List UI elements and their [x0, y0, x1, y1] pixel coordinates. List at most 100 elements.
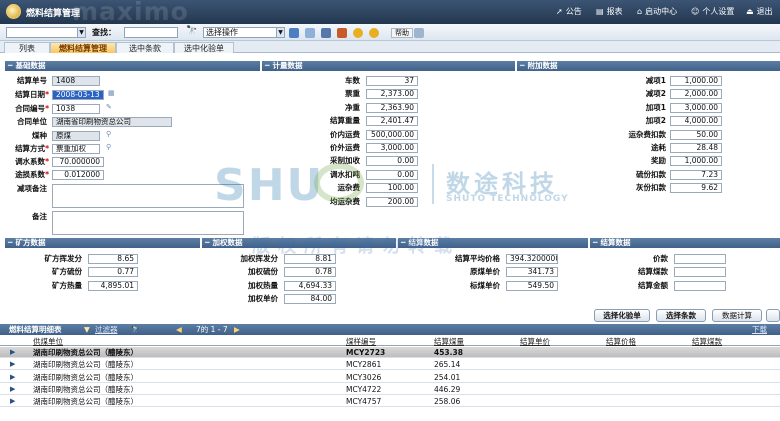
col-settle-unit-price[interactable]: 结算单价	[520, 336, 550, 347]
table-row[interactable]: ▶ 湖南印刷物资总公司（醴陵东） MCY2861 265.14	[0, 359, 780, 371]
row-expand-icon[interactable]: ▶	[10, 347, 15, 358]
more-button[interactable]	[766, 309, 780, 322]
measure-field-8[interactable]: 100.00	[366, 183, 418, 194]
measure-field-1[interactable]: 2,373.00	[366, 89, 418, 100]
search-icon[interactable]: ⚲	[106, 143, 111, 151]
select-terms-button[interactable]: 选择条款	[656, 309, 706, 322]
nav-report[interactable]: ▤ 报表	[596, 6, 623, 17]
nav-bulletin[interactable]: ➚ 公告	[556, 6, 582, 17]
col-settle-qty[interactable]: 结算煤量	[434, 336, 464, 347]
tab-fuel-settlement[interactable]: 燃料结算管理	[50, 42, 116, 53]
calendar-icon[interactable]: ▦	[108, 89, 115, 97]
settle-date-field[interactable]: 2008-03-13	[52, 90, 104, 100]
settle-no-field[interactable]: 1408	[52, 76, 100, 86]
row-expand-icon[interactable]: ▶	[10, 396, 15, 407]
weighted-field-3[interactable]: 84.00	[284, 293, 336, 304]
extra-field-8[interactable]: 9.62	[670, 183, 722, 194]
binoculars-icon[interactable]: 🔭	[186, 26, 197, 36]
loss-coef-field[interactable]: 0.012000	[52, 170, 104, 180]
extra-field-7[interactable]: 7.23	[670, 169, 722, 180]
mine-field-0[interactable]: 8.65	[88, 254, 138, 264]
settle-method-field[interactable]: 票重加权	[52, 144, 100, 154]
col-supplier[interactable]: 供煤单位	[33, 336, 63, 347]
table-row[interactable]: ▶ 湖南印刷物资总公司（醴陵东） MCY4757 258.06	[0, 396, 780, 408]
extra-field-4[interactable]: 50.00	[670, 129, 722, 140]
download-link[interactable]: 下载	[752, 324, 767, 335]
action-select[interactable]: 选择操作 ▼	[203, 27, 285, 38]
weighted-field-1[interactable]: 0.78	[284, 267, 336, 278]
help-icon[interactable]	[414, 28, 424, 38]
measure-field-2[interactable]: 2,363.90	[366, 102, 418, 113]
query-select[interactable]: ▼	[6, 27, 86, 38]
table-row[interactable]: ▶ 湖南印刷物资总公司（醴陵东） MCY2723 453.38	[0, 347, 780, 358]
next-record-icon[interactable]	[369, 28, 379, 38]
chevron-down-icon: ▼	[77, 28, 85, 37]
contract-unit-field[interactable]: 湖南省印刷物资总公司	[52, 117, 172, 127]
previous-page-icon[interactable]: ◀	[176, 324, 182, 335]
settle-field-0[interactable]: 394.320000000	[506, 254, 558, 264]
extra-field-5[interactable]: 28.48	[670, 143, 722, 153]
nav-profile[interactable]: ☺ 个人设置	[691, 6, 734, 17]
measure-field-5[interactable]: 3,000.00	[366, 143, 418, 153]
measure-field-6[interactable]: 0.00	[366, 156, 418, 167]
row-expand-icon[interactable]: ▶	[10, 359, 15, 370]
cell-sample-no: MCY4722	[346, 384, 382, 394]
measure-field-9[interactable]: 200.00	[366, 196, 418, 207]
settle2-field-2[interactable]	[674, 280, 726, 291]
weighted-field-0[interactable]: 8.81	[284, 254, 336, 264]
extra-field-2[interactable]: 3,000.00	[670, 102, 722, 113]
previous-record-icon[interactable]	[353, 28, 363, 38]
section-extra-header[interactable]: ━ 附加数据	[517, 61, 780, 71]
help-button[interactable]: 帮助	[391, 28, 413, 38]
row-expand-icon[interactable]: ▶	[10, 372, 15, 383]
extra-field-0[interactable]: 1,000.00	[670, 76, 722, 86]
grid-search-icon[interactable]: 🔭	[130, 324, 139, 335]
mine-field-1[interactable]: 0.77	[88, 267, 138, 278]
extra-field-1[interactable]: 2,000.00	[670, 89, 722, 100]
row-expand-icon[interactable]: ▶	[10, 384, 15, 395]
contract-no-field[interactable]: 1038	[52, 104, 100, 114]
data-calc-button[interactable]: 数据计算	[712, 309, 762, 322]
extra-field-3[interactable]: 4,000.00	[670, 116, 722, 127]
measure-field-7[interactable]: 0.00	[366, 169, 418, 180]
filter-icon[interactable]: ▼	[84, 324, 90, 335]
settle-field-1[interactable]: 341.73	[506, 267, 558, 278]
save-icon[interactable]	[321, 28, 331, 38]
tab-selected-terms[interactable]: 选中条款	[116, 42, 174, 53]
search-icon[interactable]: ⚲	[106, 130, 111, 138]
measure-field-4[interactable]: 500,000.00	[366, 129, 418, 140]
col-sample-no[interactable]: 煤样编号	[346, 336, 376, 347]
mine-field-2[interactable]: 4,895.01	[88, 280, 138, 291]
measure-field-3[interactable]: 2,401.47	[366, 116, 418, 127]
coal-type-field[interactable]: 原煤	[52, 131, 100, 141]
select-assay-button[interactable]: 选择化验单	[594, 309, 650, 322]
col-settle-price[interactable]: 结算价格	[606, 336, 636, 347]
search-input[interactable]	[124, 27, 178, 38]
section-mine-header[interactable]: ━ 矿方数据	[5, 238, 200, 248]
nav-start-center[interactable]: ⌂ 启动中心	[637, 6, 677, 17]
nav-logout[interactable]: ⏏ 退出	[746, 6, 773, 17]
section-settle2-header[interactable]: ━ 结算数据	[590, 238, 780, 248]
settle2-field-1[interactable]	[674, 267, 726, 278]
weighted-field-2[interactable]: 4,694.33	[284, 280, 336, 291]
note-field[interactable]	[52, 211, 244, 235]
table-row[interactable]: ▶ 湖南印刷物资总公司（醴陵东） MCY3026 254.01	[0, 372, 780, 383]
section-basic-header[interactable]: ━ 基础数据	[5, 61, 260, 71]
new-record-icon[interactable]	[305, 28, 315, 38]
go-icon[interactable]	[289, 28, 299, 38]
next-page-icon[interactable]: ▶	[234, 324, 240, 335]
section-measure-header[interactable]: ━ 计量数据	[262, 61, 515, 71]
extra-field-6[interactable]: 1,000.00	[670, 156, 722, 167]
tab-selected-assay[interactable]: 选中化验单	[174, 42, 234, 53]
tab-list[interactable]: 列表	[4, 42, 50, 53]
measure-field-0[interactable]: 37	[366, 76, 418, 86]
col-settle-amount[interactable]: 结算煤款	[692, 336, 722, 347]
filter-link[interactable]: 过滤器	[95, 324, 118, 335]
note-label: 备注	[32, 212, 47, 221]
settle2-field-0[interactable]	[674, 254, 726, 264]
lookup-icon[interactable]: ✎	[106, 103, 112, 111]
clear-icon[interactable]	[337, 28, 347, 38]
settle-field-2[interactable]: 549.50	[506, 280, 558, 291]
water-coef-field[interactable]: 70.000000	[52, 157, 104, 167]
table-row[interactable]: ▶ 湖南印刷物资总公司（醴陵东） MCY4722 446.29	[0, 384, 780, 395]
